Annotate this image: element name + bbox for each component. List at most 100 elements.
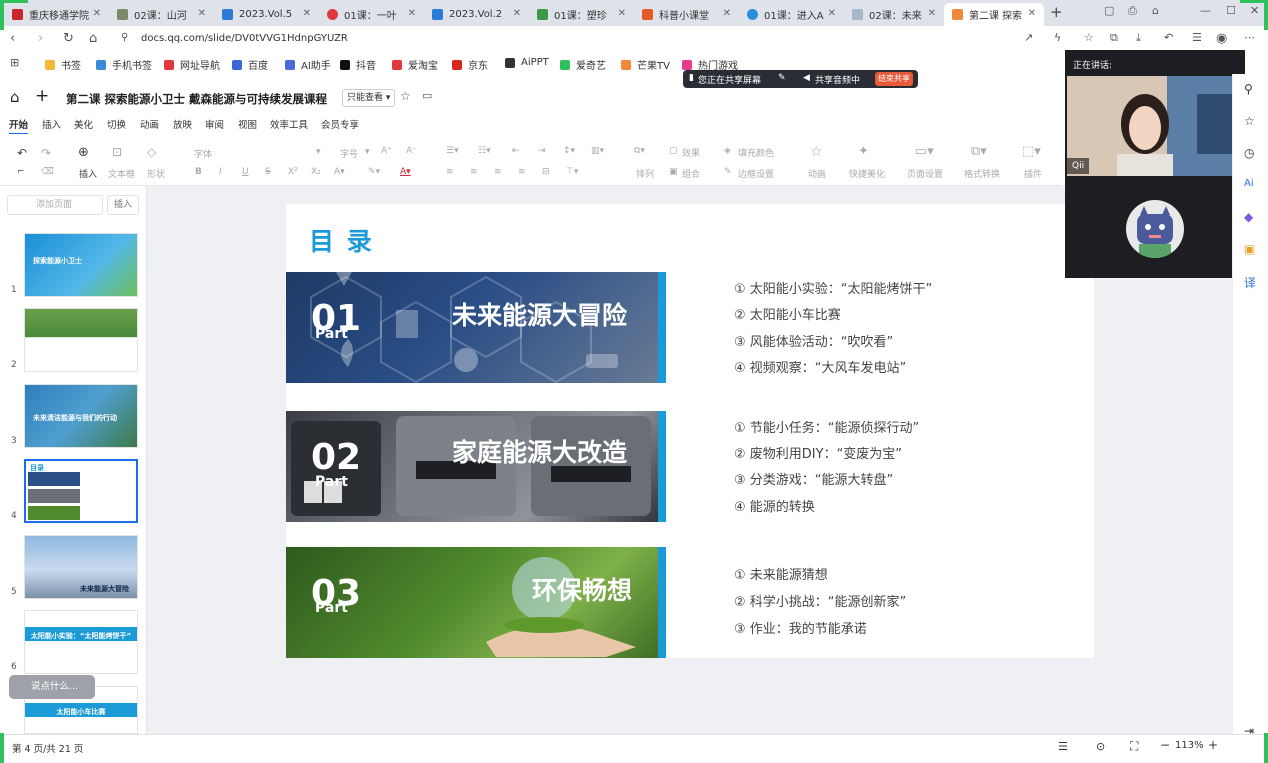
pen-icon[interactable]: ✎ xyxy=(778,73,786,83)
bookmark-item[interactable]: AiPPT xyxy=(505,57,549,68)
close-window-icon[interactable]: ✕ xyxy=(1250,4,1259,17)
collections-icon[interactable]: ▢ xyxy=(1104,4,1114,17)
strikethrough-icon[interactable]: S xyxy=(265,167,271,177)
close-icon[interactable]: ✕ xyxy=(303,8,311,19)
undo-icon[interactable]: ↶ xyxy=(17,146,27,160)
format-convert-icon[interactable]: ⧉▾ xyxy=(971,144,987,159)
favorite-icon[interactable]: ☆ xyxy=(1084,31,1094,44)
slide-thumbnail[interactable]: 太阳能小实验：“太阳能烤饼干” xyxy=(24,610,138,674)
apps-grid-icon[interactable]: ⊞ xyxy=(10,56,19,69)
bookmark-item[interactable]: 芒果TV xyxy=(621,57,670,72)
columns-icon[interactable]: ▥▾ xyxy=(591,146,604,156)
slide-thumbnail[interactable]: 目录 xyxy=(24,459,138,523)
close-icon[interactable]: ✕ xyxy=(1028,8,1036,19)
arrange-button[interactable]: 排列 xyxy=(636,167,654,180)
home-icon[interactable]: ⌂ xyxy=(10,88,20,106)
browser-tab[interactable]: 科普小课堂 ✕ xyxy=(634,3,739,26)
text-effect-icon[interactable]: A▾ xyxy=(334,167,345,177)
bookmark-item[interactable]: 书签 xyxy=(45,57,81,72)
notes-icon[interactable]: ☰ xyxy=(1058,740,1068,753)
insert-page-button[interactable]: 插入 xyxy=(107,195,139,215)
browser-tab-active[interactable]: 第二课 探索 ✕ xyxy=(944,3,1044,26)
browser-tab[interactable]: 重庆移通学院 ✕ xyxy=(4,3,109,26)
download-icon[interactable]: ⤓ xyxy=(1136,31,1141,45)
favorite-icon[interactable]: ☆ xyxy=(1244,114,1255,128)
menu-tab[interactable]: 审阅 xyxy=(205,117,224,131)
menu-tab[interactable]: 放映 xyxy=(173,117,192,131)
reload-icon[interactable]: ↻ xyxy=(63,31,74,46)
font-grow-icon[interactable]: A⁺ xyxy=(381,146,392,156)
play-slideshow-icon[interactable]: ⊙ xyxy=(1096,740,1105,753)
page-setup-button[interactable]: 页面设置 xyxy=(907,167,943,180)
align-right-icon[interactable]: ≡ xyxy=(494,167,502,177)
zoom-out-icon[interactable]: − xyxy=(1160,738,1170,752)
history-icon[interactable]: ◷ xyxy=(1244,146,1254,160)
plugins-button[interactable]: 插件 xyxy=(1024,167,1042,180)
effect-icon[interactable]: ▢ xyxy=(669,146,678,156)
maximize-icon[interactable]: ☐ xyxy=(1226,4,1236,17)
menu-tab[interactable]: 视图 xyxy=(238,117,257,131)
slide-thumbnail[interactable] xyxy=(24,308,138,372)
quick-beautify-button[interactable]: 快捷美化 xyxy=(849,167,885,180)
line-spacing-icon[interactable]: ↕▾ xyxy=(563,146,575,156)
bold-icon[interactable]: B xyxy=(195,167,202,177)
fit-screen-icon[interactable]: ⛶ xyxy=(1130,739,1138,754)
align-center-icon[interactable]: ≡ xyxy=(470,167,478,177)
bookmark-item[interactable]: 手机书签 xyxy=(96,57,152,72)
justify-icon[interactable]: ≡ xyxy=(518,167,526,177)
menu-tab[interactable]: 动画 xyxy=(140,117,159,131)
textbox-icon[interactable]: ⊡ xyxy=(112,145,122,159)
menu-tab[interactable]: 插入 xyxy=(42,117,61,131)
subscript-icon[interactable]: X₂ xyxy=(311,167,321,177)
folder-icon[interactable]: ▭ xyxy=(422,89,432,102)
close-icon[interactable]: ✕ xyxy=(723,8,731,19)
browser-tab[interactable]: 2023.Vol.5 ✕ xyxy=(214,3,319,26)
bookmark-item[interactable]: 京东 xyxy=(452,57,488,72)
format-painter-icon[interactable]: ⌐ xyxy=(17,167,25,177)
close-icon[interactable]: ✕ xyxy=(198,8,206,19)
bookmark-item[interactable]: 网址导航 xyxy=(164,57,220,72)
gift-icon[interactable]: ▣ xyxy=(1244,242,1255,256)
close-icon[interactable]: ✕ xyxy=(928,8,936,19)
document-title[interactable]: 第二课 探索能源小卫士 戴森能源与可持续发展课程 xyxy=(66,91,327,107)
numbered-list-icon[interactable]: ☷▾ xyxy=(478,146,491,156)
zoom-in-icon[interactable]: + xyxy=(1208,738,1218,752)
menu-tab[interactable]: 切换 xyxy=(107,117,126,131)
pin-window-icon[interactable]: ⌂ xyxy=(1152,4,1159,17)
italic-icon[interactable]: I xyxy=(219,167,222,177)
text-direction-icon[interactable]: ⊤▾ xyxy=(566,167,578,177)
add-page-input[interactable]: 添加页面 xyxy=(7,195,103,215)
browser-tab[interactable]: 01课：进入A ✕ xyxy=(739,3,844,26)
font-family-select[interactable]: 字体 xyxy=(194,147,212,160)
undo-icon[interactable]: ↶ xyxy=(1164,31,1173,44)
align-left-icon[interactable]: ≡ xyxy=(446,167,454,177)
menu-tab[interactable]: 开始 xyxy=(9,117,29,135)
fill-color-button[interactable]: 填充颜色 xyxy=(738,146,774,159)
superscript-icon[interactable]: X² xyxy=(288,167,298,177)
close-icon[interactable]: ✕ xyxy=(408,8,416,19)
search-icon[interactable]: ⚲ xyxy=(1244,82,1253,96)
extensions-icon[interactable]: ⧉ xyxy=(1110,31,1118,45)
translate-icon[interactable]: 译 xyxy=(1244,274,1256,291)
font-shrink-icon[interactable]: A⁻ xyxy=(406,146,417,156)
stop-share-button[interactable]: 结束共享 xyxy=(875,72,913,86)
underline-icon[interactable]: U xyxy=(242,167,249,177)
browser-tab[interactable]: 01课：一叶 ✕ xyxy=(319,3,424,26)
fill-icon[interactable]: ◈ xyxy=(724,146,731,156)
indent-icon[interactable]: ⇤ xyxy=(512,146,520,156)
close-icon[interactable]: ✕ xyxy=(93,8,101,19)
bookmark-item[interactable]: 爱淘宝 xyxy=(392,57,438,72)
game-icon[interactable]: ◆ xyxy=(1244,210,1253,224)
insert-button[interactable]: 插入 xyxy=(79,167,97,180)
close-icon[interactable]: ✕ xyxy=(828,8,836,19)
print-icon[interactable]: ⎙ xyxy=(1128,4,1137,18)
browser-tab[interactable]: 02课：山河 ✕ xyxy=(109,3,214,26)
lightning-icon[interactable]: ϟ xyxy=(1054,31,1061,44)
redo-icon[interactable]: ↷ xyxy=(41,146,51,160)
bookmark-item[interactable]: 爱奇艺 xyxy=(560,57,606,72)
menu-list-icon[interactable]: ☰ xyxy=(1192,31,1202,44)
arrange-icon[interactable]: ⧉▾ xyxy=(634,146,645,156)
outdent-icon[interactable]: ⇥ xyxy=(538,146,546,156)
border-button[interactable]: 边框设置 xyxy=(738,167,774,180)
share-icon[interactable]: ↗ xyxy=(1024,31,1033,44)
